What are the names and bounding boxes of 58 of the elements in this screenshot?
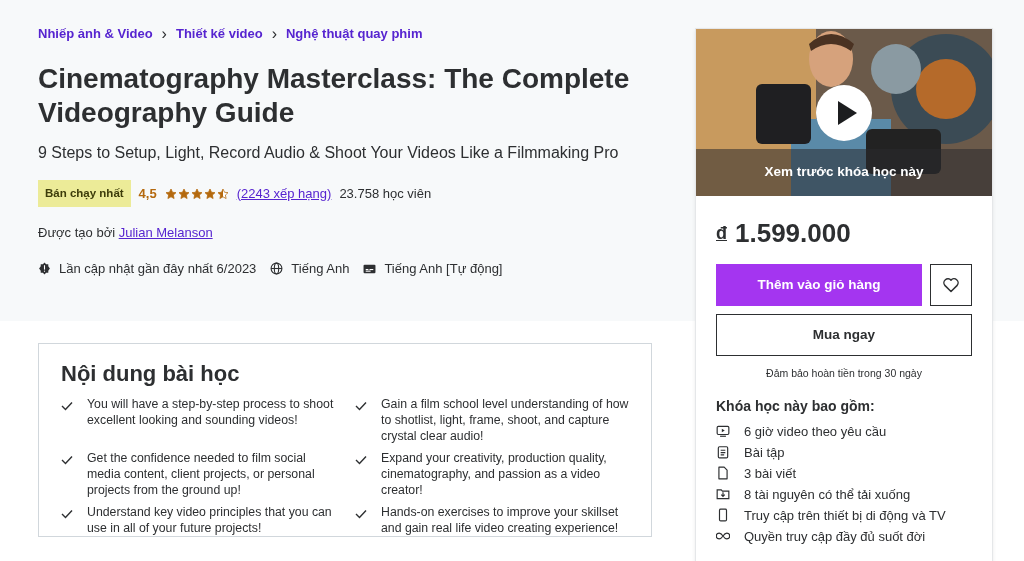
bestseller-badge: Bán chạy nhất <box>38 180 131 208</box>
feature-text: 6 giờ video theo yêu cầu <box>744 422 887 441</box>
guarantee-note: Đảm bảo hoàn tiền trong 30 ngày <box>765 366 923 381</box>
learning-outcome: Expand your creativity, production quality, cinematography, and passion as a video creator! <box>381 450 608 498</box>
wishlist-button[interactable] <box>930 264 972 306</box>
star-icon <box>190 187 203 200</box>
learning-outcome: You will have a step-by-step process to shoot excellent looking and sounding videos! <box>87 396 335 429</box>
learning-outcome: Understand key video principles that you can use in all of your future projects! <box>87 504 333 536</box>
heart-icon <box>942 277 960 293</box>
feature-text: Truy cập trên thiết bị di động và TV <box>744 506 946 525</box>
feature-text: Quyền truy cập đầy đủ suốt đời <box>744 527 926 546</box>
folder-download-icon <box>716 487 730 502</box>
course-title: Cinematography Masterclass: The Complete Videography Guide <box>38 62 631 130</box>
star-icon <box>216 187 229 200</box>
add-to-cart-button[interactable]: Thêm vào giỏ hàng <box>716 264 922 306</box>
star-icon <box>203 187 216 200</box>
document-icon <box>716 466 730 481</box>
course-price: đ 1.599.000 <box>716 218 852 248</box>
check-icon <box>355 401 367 411</box>
breadcrumb-link[interactable]: Nghệ thuật quay phim <box>285 26 423 42</box>
breadcrumb-separator: › <box>271 26 277 42</box>
play-icon[interactable] <box>816 85 872 141</box>
star-icon <box>177 187 190 200</box>
check-icon <box>355 509 367 519</box>
video-player-icon <box>716 424 730 439</box>
student-count: 23.758 học viên <box>339 184 432 203</box>
clipboard-icon <box>716 445 730 460</box>
breadcrumb-link[interactable]: Nhiếp ảnh & Video <box>38 26 153 42</box>
feature-text: Bài tập <box>744 443 785 462</box>
meta-text: Tiếng Anh [Tự động] <box>384 259 503 278</box>
phone-icon <box>716 508 730 523</box>
feature-text: 3 bài viết <box>744 464 797 483</box>
learning-outcome: Hands-on exercises to improve your skillset and gain real life video creating experience! <box>381 504 620 536</box>
alert-badge-icon <box>38 262 51 275</box>
learning-outcome: Get the confidence needed to film social media content, client projects, or personal projects from the ground up! <box>87 450 316 498</box>
breadcrumb-link[interactable]: Thiết kế video <box>175 26 263 42</box>
rating-value: 4,5 <box>138 184 157 203</box>
instructor-link[interactable]: Julian Melanson <box>118 225 213 241</box>
buy-now-button[interactable]: Mua ngay <box>716 314 972 356</box>
preview-caption: Xem trước khóa học này <box>763 163 925 181</box>
includes-heading: Khóa học này bao gồm: <box>716 396 876 416</box>
meta-text: Tiếng Anh <box>291 259 350 278</box>
preview-video[interactable]: Xem trước khóa học này <box>696 29 992 196</box>
meta-text: Lần cập nhật gần đây nhất 6/2023 <box>59 259 257 278</box>
check-icon <box>355 455 367 465</box>
learning-outcome: Gain a film school level understanding of how to shotlist, light, frame, shoot, and capture crystal clear audio! <box>381 396 629 444</box>
breadcrumb-separator: › <box>161 26 167 42</box>
check-icon <box>61 509 73 519</box>
feature-text: 8 tài nguyên có thể tải xuống <box>744 485 911 504</box>
section-heading: Nội dung bài học <box>61 360 241 388</box>
globe-icon <box>270 262 284 275</box>
ratings-link[interactable]: (2243 xếp hạng) <box>236 183 332 204</box>
check-icon <box>61 401 73 411</box>
captions-icon <box>363 262 377 275</box>
course-subtitle: 9 Steps to Setup, Light, Record Audio & Shoot Your Videos Like a Filmmaking Pro <box>38 143 620 163</box>
creator-label: Được tạo bởi <box>38 225 117 241</box>
star-icon <box>164 187 177 200</box>
check-icon <box>61 455 73 465</box>
